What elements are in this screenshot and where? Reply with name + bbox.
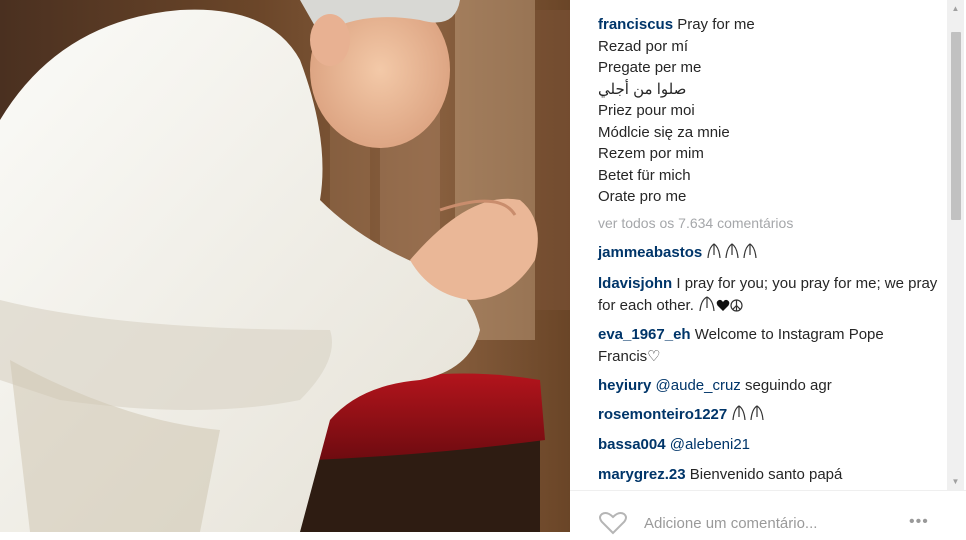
comment-item: heyiury @aude_cruz seguindo agr [598, 375, 832, 397]
caption-line: Rezad por mí [598, 37, 689, 55]
comment-username-link[interactable]: ldavisjohn [598, 275, 672, 292]
scrollbar-thumb[interactable] [951, 32, 961, 220]
add-comment-input[interactable]: Adicione um comentário... [644, 515, 817, 532]
comment-username-link[interactable]: rosemonteiro1227 [598, 406, 727, 423]
scroll-down-arrow-icon[interactable]: ▼ [947, 473, 964, 490]
comment-username-link[interactable]: marygrez.23 [598, 466, 686, 483]
comment-item: marygrez.23 Bienvenido santo papá [598, 464, 842, 486]
praying-hands-emoji [731, 405, 769, 428]
scroll-up-arrow-icon[interactable]: ▲ [947, 0, 964, 17]
comment-item: jammeabastos [598, 242, 762, 266]
caption-line: Pregate per me [598, 59, 702, 76]
caption-line: صلوا من أجلي [598, 80, 687, 98]
praying-hands-emoji [698, 295, 716, 319]
comment-username-link[interactable]: heyiury [598, 377, 651, 394]
comments-scrollbar[interactable]: ▲ ▼ [947, 0, 964, 490]
comment-mention-link[interactable]: @alebeni21 [670, 436, 750, 453]
caption-line: Priez pour moi [598, 102, 695, 119]
comment-username-link[interactable]: bassa004 [598, 436, 666, 453]
comment-item: rosemonteiro1227 [598, 404, 769, 428]
comment-item: eva_1967_eh Welcome to Instagram Pope Fr… [598, 324, 938, 367]
peace-icon [730, 297, 743, 319]
comment-text: seguindo agr [740, 377, 832, 394]
photo-illustration [0, 0, 570, 532]
more-options-icon[interactable]: ••• [909, 513, 929, 531]
post-caption: franciscus Pray for me Rezad por mí Preg… [598, 14, 938, 208]
comment-username-link[interactable]: eva_1967_eh [598, 326, 691, 343]
praying-hands-emoji [706, 243, 762, 266]
comment-text: Bienvenido santo papá [685, 466, 843, 483]
caption-line: Betet für mich [598, 166, 691, 184]
caption-line: Módlcie się za mnie [598, 123, 730, 141]
caption-author-link[interactable]: franciscus [598, 16, 673, 33]
comment-username-link[interactable]: jammeabastos [598, 244, 702, 261]
heart-icon[interactable] [598, 511, 628, 535]
caption-line: Pray for me [677, 16, 755, 33]
caption-line: Rezem por mim [598, 145, 704, 162]
comment-mention-link[interactable]: @aude_cruz [656, 377, 741, 394]
comment-item: ldavisjohn I pray for you; you pray for … [598, 273, 938, 318]
caption-line: Orate pro me [598, 188, 687, 205]
comment-bar: Adicione um comentário... ••• [570, 490, 966, 535]
comments-panel: franciscus Pray for me Rezad por mí Preg… [570, 0, 966, 535]
comments-scroll-area[interactable]: franciscus Pray for me Rezad por mí Preg… [570, 0, 946, 490]
post-photo [0, 0, 570, 532]
view-all-comments-link[interactable]: ver todos os 7.634 comentários [598, 215, 793, 231]
heart-emoji [716, 297, 730, 319]
comment-item: bassa004 @alebeni21 [598, 434, 750, 456]
